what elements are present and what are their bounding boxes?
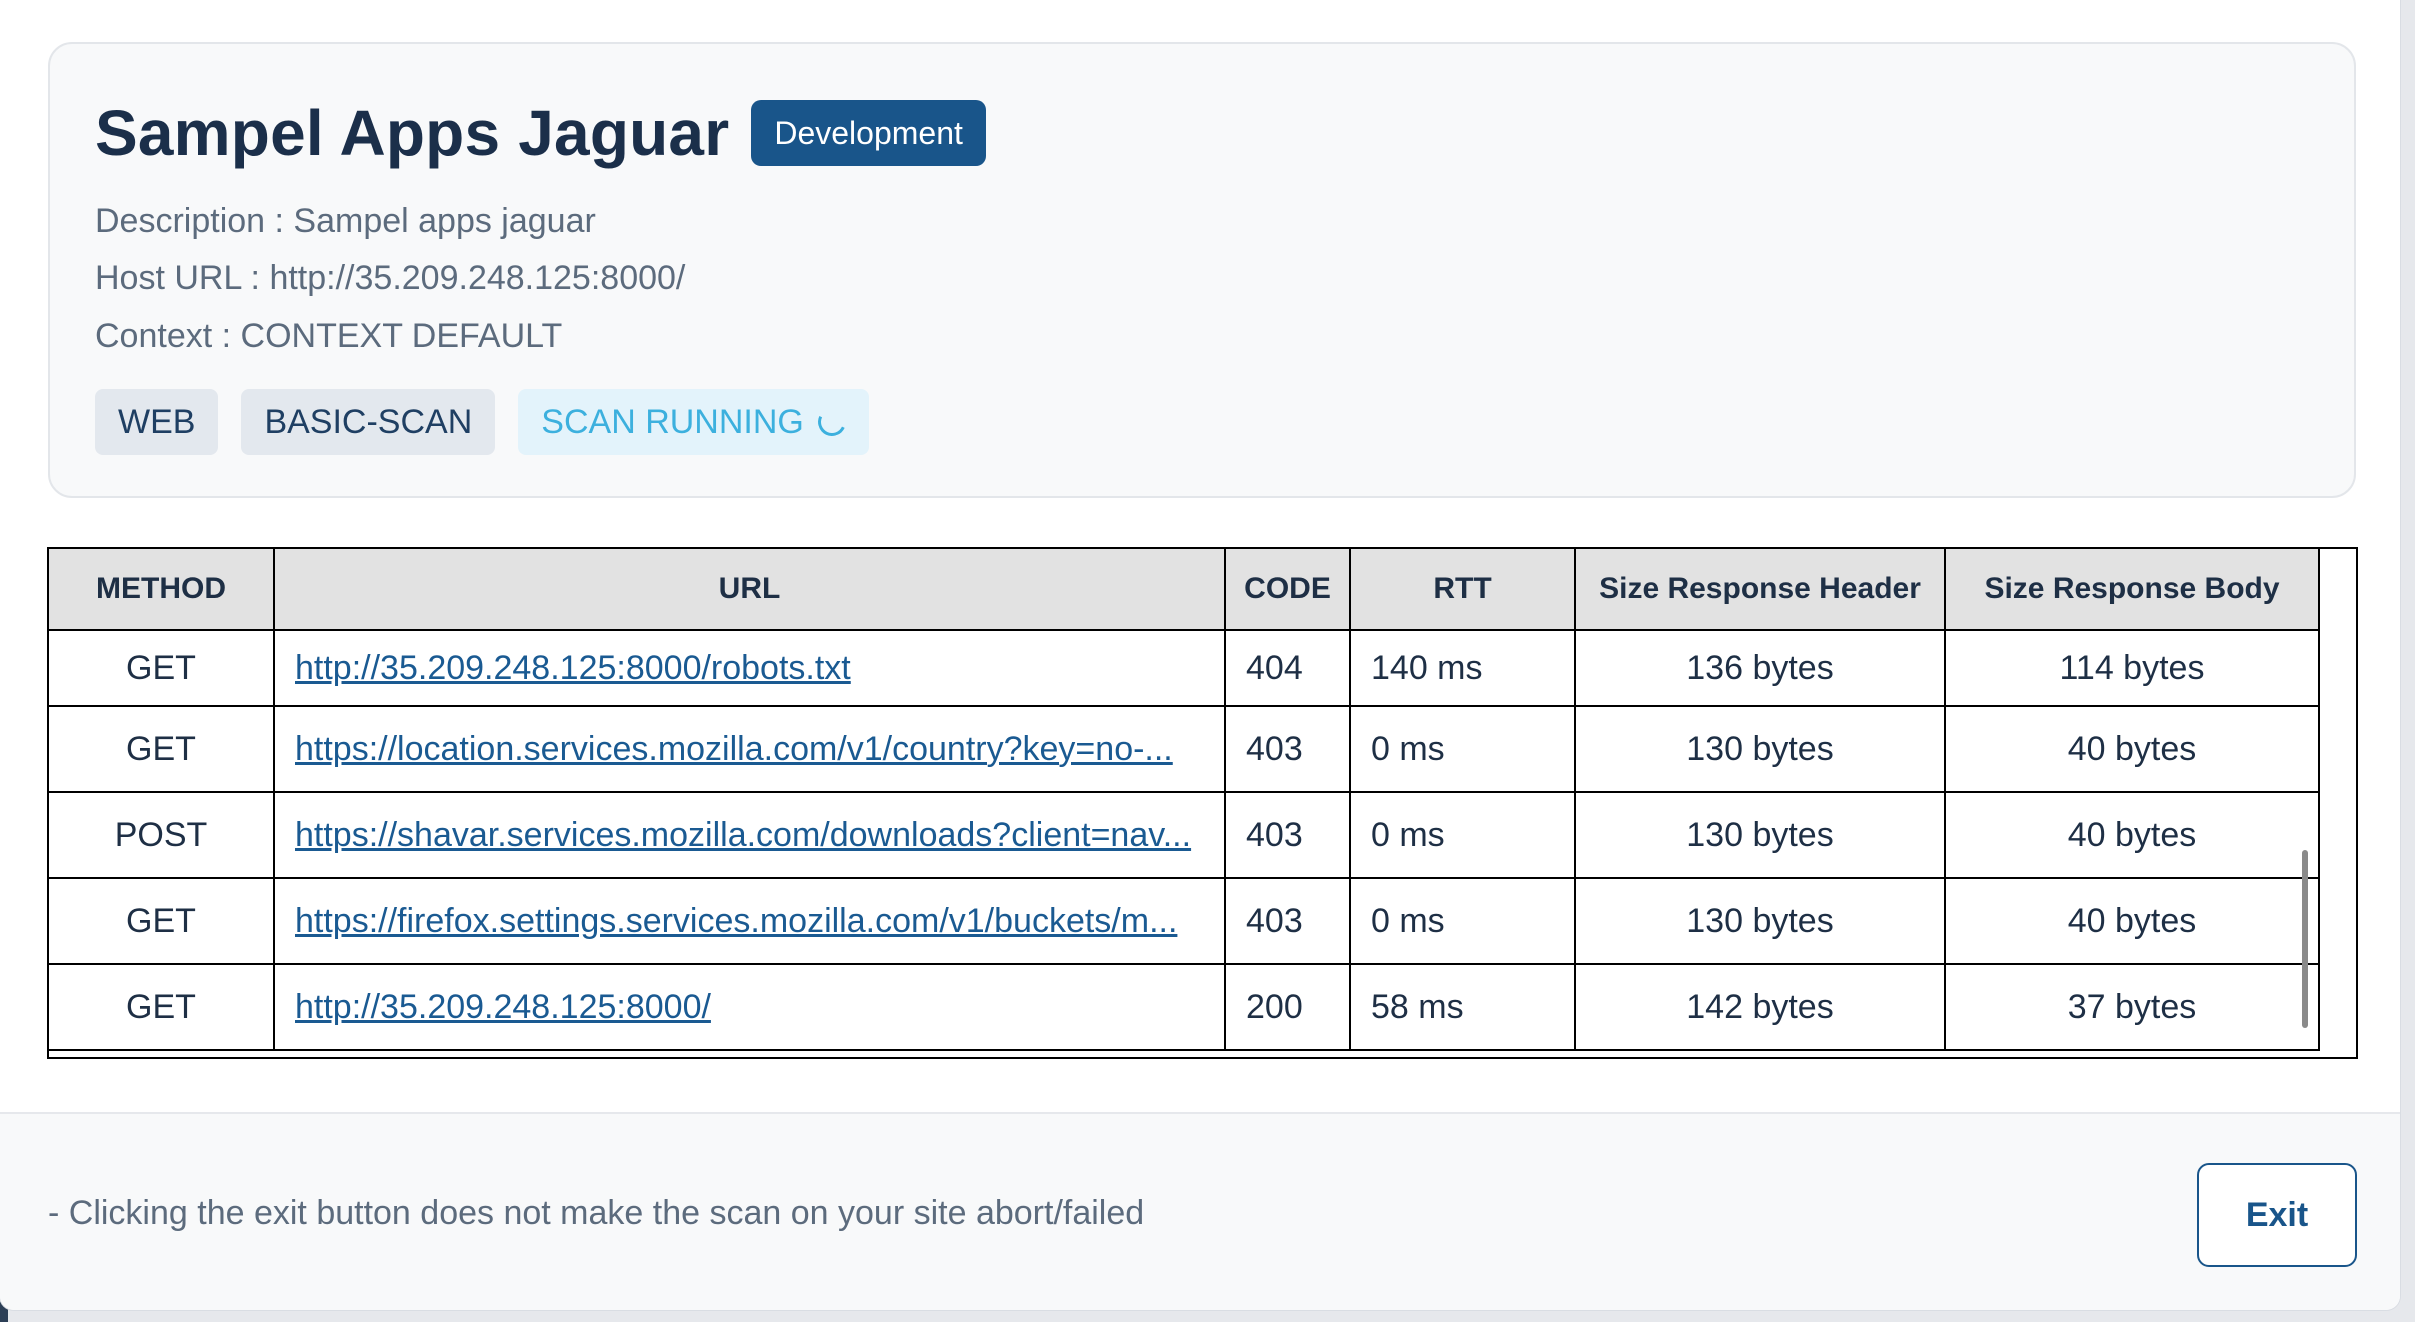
- url-link[interactable]: https://shavar.services.mozilla.com/down…: [295, 816, 1191, 854]
- column-header-code: CODE: [1224, 549, 1351, 631]
- body-size-cell: 40 bytes: [1944, 791, 2320, 879]
- header-size-cell: 142 bytes: [1574, 963, 1946, 1051]
- environment-badge: Development: [751, 100, 986, 166]
- rtt-cell: 0 ms: [1349, 877, 1576, 965]
- rtt-cell: 0 ms: [1349, 705, 1576, 793]
- tag-list: WEB BASIC-SCAN SCAN RUNNING: [95, 389, 892, 455]
- url-link[interactable]: http://35.209.248.125:8000/: [295, 988, 711, 1026]
- exit-button[interactable]: Exit: [2197, 1163, 2357, 1267]
- app-description: Description : Sampel apps jaguar: [95, 202, 596, 240]
- body-size-cell: 114 bytes: [1944, 629, 2320, 707]
- rtt-cell: 0 ms: [1349, 791, 1576, 879]
- method-cell: GET: [49, 705, 275, 793]
- url-cell: http://35.209.248.125:8000/robots.txt: [273, 629, 1226, 707]
- url-link[interactable]: https://location.services.mozilla.com/v1…: [295, 730, 1173, 768]
- rtt-cell: 58 ms: [1349, 963, 1576, 1051]
- tag-scan-running: SCAN RUNNING: [518, 389, 869, 455]
- url-cell: https://location.services.mozilla.com/v1…: [273, 705, 1226, 793]
- app-host-url: Host URL : http://35.209.248.125:8000/: [95, 259, 686, 297]
- column-header-rtt: RTT: [1349, 549, 1576, 631]
- column-header-method: METHOD: [49, 549, 275, 631]
- table-scrollbar-thumb[interactable]: [2302, 850, 2308, 1028]
- method-cell: GET: [49, 629, 275, 707]
- app-title: Sampel Apps Jaguar: [95, 97, 730, 169]
- url-cell: https://firefox.settings.services.mozill…: [273, 877, 1226, 965]
- column-header-url: URL: [273, 549, 1226, 631]
- app-info-card: Sampel Apps Jaguar Development Descripti…: [48, 42, 2356, 498]
- table-row: GET https://location.services.mozilla.co…: [49, 705, 2320, 793]
- url-cell: https://shavar.services.mozilla.com/down…: [273, 791, 1226, 879]
- table-row: GET https://firefox.settings.services.mo…: [49, 877, 2320, 965]
- code-cell: 403: [1224, 705, 1351, 793]
- body-size-cell: 37 bytes: [1944, 963, 2320, 1051]
- code-cell: 403: [1224, 791, 1351, 879]
- tag-basic-scan: BASIC-SCAN: [241, 389, 496, 455]
- scan-running-label: SCAN RUNNING: [541, 403, 804, 441]
- column-header-size-response-body: Size Response Body: [1944, 549, 2320, 631]
- code-cell: 200: [1224, 963, 1351, 1051]
- app-context: Context : CONTEXT DEFAULT: [95, 317, 563, 355]
- modal-footer: - Clicking the exit button does not make…: [0, 1112, 2400, 1310]
- code-cell: 403: [1224, 877, 1351, 965]
- scan-detail-modal: Sampel Apps Jaguar Development Descripti…: [0, 0, 2400, 1310]
- url-link[interactable]: https://firefox.settings.services.mozill…: [295, 902, 1177, 940]
- table-row: POST https://shavar.services.mozilla.com…: [49, 791, 2320, 879]
- body-size-cell: 40 bytes: [1944, 877, 2320, 965]
- table-row: GET http://35.209.248.125:8000/ 200 58 m…: [49, 963, 2320, 1051]
- title-row: Sampel Apps Jaguar Development: [95, 96, 986, 170]
- header-size-cell: 130 bytes: [1574, 877, 1946, 965]
- header-size-cell: 130 bytes: [1574, 791, 1946, 879]
- method-cell: GET: [49, 877, 275, 965]
- table-row: GET http://35.209.248.125:8000/robots.tx…: [49, 629, 2320, 707]
- table-header-row: METHOD URL CODE RTT Size Response Header…: [49, 549, 2320, 631]
- requests-table-container[interactable]: METHOD URL CODE RTT Size Response Header…: [47, 547, 2358, 1059]
- rtt-cell: 140 ms: [1349, 629, 1576, 707]
- method-cell: GET: [49, 963, 275, 1051]
- column-header-size-response-header: Size Response Header: [1574, 549, 1946, 631]
- header-size-cell: 130 bytes: [1574, 705, 1946, 793]
- body-size-cell: 40 bytes: [1944, 705, 2320, 793]
- requests-table: METHOD URL CODE RTT Size Response Header…: [49, 549, 2320, 1051]
- url-link[interactable]: http://35.209.248.125:8000/robots.txt: [295, 649, 851, 687]
- code-cell: 404: [1224, 629, 1351, 707]
- tag-web: WEB: [95, 389, 219, 455]
- url-cell: http://35.209.248.125:8000/: [273, 963, 1226, 1051]
- header-size-cell: 136 bytes: [1574, 629, 1946, 707]
- loading-spinner-icon: [813, 404, 850, 440]
- exit-note: - Clicking the exit button does not make…: [48, 1194, 1145, 1232]
- method-cell: POST: [49, 791, 275, 879]
